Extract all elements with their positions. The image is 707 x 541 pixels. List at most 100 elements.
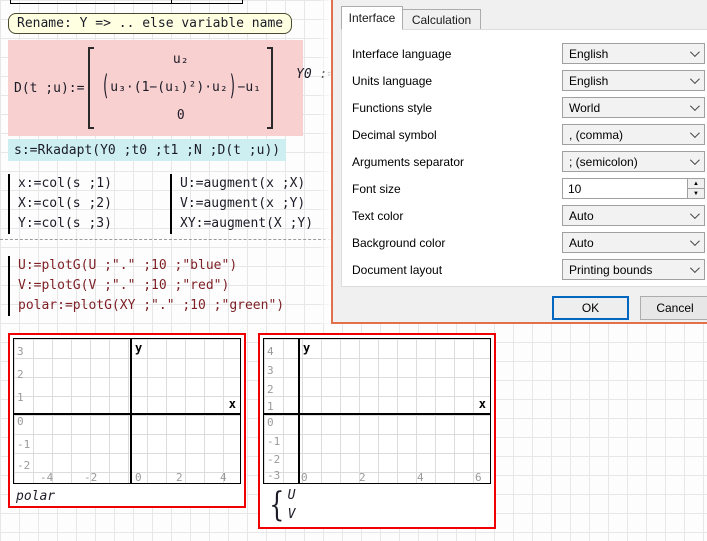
legend-brace: { [269,485,284,525]
tab-calculation[interactable]: Calculation [403,9,481,30]
field-label-document-layout: Document layout [352,263,442,277]
plotg-line-1: U:=plotG(U ;"." ;10 ;"blue") [18,256,284,276]
big-paren-open: ( [101,57,109,120]
y-tick: 1 [267,400,274,413]
x-axis [14,413,240,415]
ok-button[interactable]: OK [552,296,629,320]
plot-legend: { U V [266,485,295,525]
x-tick: 4 [417,471,424,484]
d-definition-lhs: D(t ;u):= [14,81,84,96]
d-definition-region[interactable]: D(t ;u):= u₂ ( u₃·(1−(u₁)²)·u₂ ) −u₁ 0 [8,40,303,136]
plotg-line-2: V:=plotG(V ;"." ;10 ;"red") [18,276,284,296]
chevron-down-icon [690,155,700,165]
y-tick: -2 [17,459,30,472]
col-line-2: X:=col(s ;2) [18,194,112,214]
y-tick: 1 [17,391,24,404]
interface-language-select[interactable]: English [562,43,705,64]
document-layout-select[interactable]: Printing bounds [562,259,705,280]
matrix-row-2-tail: −u₁ [238,73,261,103]
units-language-value: English [569,74,608,88]
tab-calculation-label: Calculation [412,13,471,27]
matrix-bracket-right [267,47,273,129]
note-text: Rename: Y => .. else variable name [17,16,283,31]
y-tick: 3 [17,345,24,358]
plot-uv[interactable]: y x 4 3 2 1 0 -1 -2 -3 0 2 4 6 { U V [258,333,496,529]
chevron-down-icon [690,209,700,219]
y-tick: -3 [267,469,280,482]
matrix-row-2-body: u₃·(1−(u₁)²)·u₂ [110,73,227,103]
y-tick: 2 [17,368,24,381]
plotg-line-3: polar:=plotG(XY ;"." ;10 ;"green") [18,296,284,316]
field-label-units-language: Units language [352,74,432,88]
augment-line-1: U:=augment(x ;X) [180,174,313,194]
matrix-row-2: ( u₃·(1−(u₁)²)·u₂ ) −u₁ [100,73,261,103]
interface-language-value: English [569,47,608,61]
y-tick: 3 [267,364,274,377]
y-tick: -1 [267,435,280,448]
spinner-up-icon[interactable]: ▲ [688,179,704,189]
spinner-down-icon[interactable]: ▼ [688,189,704,198]
x-tick: 4 [220,471,227,484]
units-language-select[interactable]: English [562,70,705,91]
decimal-symbol-value: , (comma) [569,128,623,142]
font-size-value: 10 [563,179,687,198]
functions-style-value: World [569,101,600,115]
y-axis-label: y [303,341,310,355]
field-label-interface-language: Interface language [352,47,451,61]
col-line-3: Y:=col(s ;3) [18,214,112,234]
chevron-down-icon [690,74,700,84]
y-tick: 2 [267,383,274,396]
text-color-select[interactable]: Auto [562,205,705,226]
plot-uv-area: y x 4 3 2 1 0 -1 -2 -3 0 2 4 6 [263,338,491,484]
x-tick: -4 [40,471,53,484]
cut-off-region [10,0,243,4]
legend-series-v: V [288,505,296,524]
plotg-group-region[interactable]: U:=plotG(U ;"." ;10 ;"blue") V:=plotG(V … [8,256,284,316]
font-size-spinner[interactable]: 10 ▲ ▼ [562,178,705,199]
rkadapt-region[interactable]: s:=Rkadapt(Y0 ;t0 ;t1 ;N ;D(t ;u)) [8,139,286,161]
plot-polar-area: y x 3 2 1 0 -1 -2 -4 -2 0 2 4 [13,338,241,484]
col-group-region[interactable]: x:=col(s ;1) X:=col(s ;2) Y:=col(s ;3) [8,174,112,234]
background-color-select[interactable]: Auto [562,232,705,253]
y-tick: 0 [267,416,274,429]
note-region[interactable]: Rename: Y => .. else variable name [8,13,292,34]
y-tick: -1 [17,438,30,451]
tab-interface[interactable]: Interface [341,6,403,30]
chevron-down-icon [690,263,700,273]
x-tick: 2 [176,471,183,484]
dialog-shadow [319,0,331,324]
arguments-separator-value: ; (semicolon) [569,155,638,169]
y-axis [130,339,132,483]
x-tick: 0 [301,471,308,484]
x-tick: 6 [475,471,482,484]
text-color-value: Auto [569,209,594,223]
plot-polar[interactable]: y x 3 2 1 0 -1 -2 -4 -2 0 2 4 polar [8,333,246,508]
x-axis [264,413,490,415]
background-color-value: Auto [569,236,594,250]
y-tick: -2 [267,453,280,466]
chevron-down-icon [690,101,700,111]
augment-line-2: V:=augment(x ;Y) [180,194,313,214]
x-tick: -2 [84,471,97,484]
chevron-down-icon [690,128,700,138]
interface-tab-page: Interface language English Units languag… [341,29,707,287]
field-label-text-color: Text color [352,209,403,223]
cancel-button[interactable]: Cancel [640,296,707,320]
functions-style-select[interactable]: World [562,97,705,118]
field-label-background-color: Background color [352,236,445,250]
rkadapt-text: s:=Rkadapt(Y0 ;t0 ;t1 ;N ;D(t ;u)) [14,143,280,158]
augment-group-region[interactable]: U:=augment(x ;X) V:=augment(x ;Y) XY:=au… [170,174,313,234]
x-axis-label: x [479,397,486,411]
col-line-1: x:=col(s ;1) [18,174,112,194]
y-tick: 0 [17,415,24,428]
legend-series-u: U [288,486,296,505]
arguments-separator-select[interactable]: ; (semicolon) [562,151,705,172]
field-label-arguments-separator: Arguments separator [352,155,464,169]
x-tick: 0 [135,471,142,484]
chevron-down-icon [690,236,700,246]
y-axis [298,339,300,483]
y-axis-label: y [135,341,142,355]
x-axis-label: x [229,397,236,411]
decimal-symbol-select[interactable]: , (comma) [562,124,705,145]
matrix-row-1: u₂ [100,47,261,73]
